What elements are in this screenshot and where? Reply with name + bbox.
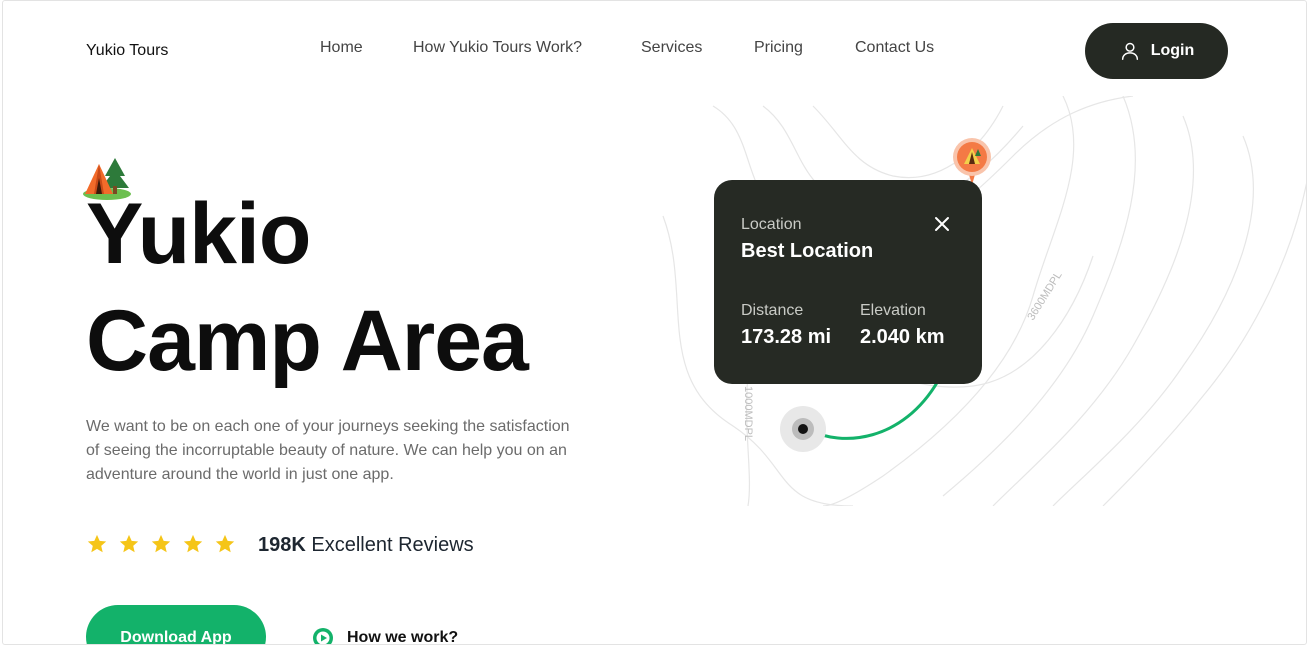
distance-label: Distance: [741, 302, 804, 319]
login-label: Login: [1150, 42, 1195, 59]
elevation-value: 2.040 km: [860, 326, 945, 348]
nav-how-it-works[interactable]: How Yukio Tours Work?: [413, 39, 582, 57]
star-icon: [215, 534, 235, 553]
nav-home[interactable]: Home: [320, 39, 363, 57]
nav-pricing[interactable]: Pricing: [754, 39, 803, 57]
review-count: 198K: [258, 534, 306, 556]
distance-value: 173.28 mi: [741, 326, 832, 348]
page-frame: Yukio Tours Home How Yukio Tours Work? S…: [2, 0, 1307, 645]
contour-label-3600: 3600MDPL: [1025, 270, 1064, 323]
star-icon: [87, 534, 107, 553]
how-we-work-link[interactable]: How we work?: [313, 628, 459, 645]
star-icon: [183, 534, 203, 553]
location-value: Best Location: [741, 240, 874, 262]
nav-contact-us[interactable]: Contact Us: [855, 39, 934, 57]
hero-title-line2: Camp Area: [86, 293, 529, 389]
location-info-card: Location Best Location Distance 173.28 m…: [714, 180, 982, 384]
download-app-button[interactable]: Download App: [86, 605, 266, 644]
hero-description: We want to be on each one of your journe…: [86, 418, 570, 483]
review-text: Excellent Reviews: [311, 534, 474, 556]
current-location-marker[interactable]: [779, 405, 827, 453]
hero-title-line1: Yukio: [86, 186, 311, 282]
location-label: Location: [741, 216, 802, 233]
reviews-summary: 198K Excellent Reviews: [258, 534, 474, 557]
contour-label-1000: 1000MDPL: [742, 386, 754, 441]
login-button[interactable]: Login: [1085, 23, 1228, 79]
nav-services[interactable]: Services: [641, 39, 702, 57]
rating-stars: [86, 533, 236, 555]
how-we-work-label: How we work?: [347, 629, 459, 645]
star-icon: [151, 534, 171, 553]
user-icon: [1121, 42, 1138, 60]
close-icon[interactable]: [933, 215, 951, 233]
play-icon: [313, 628, 333, 644]
star-icon: [119, 534, 139, 553]
elevation-label: Elevation: [860, 302, 926, 319]
